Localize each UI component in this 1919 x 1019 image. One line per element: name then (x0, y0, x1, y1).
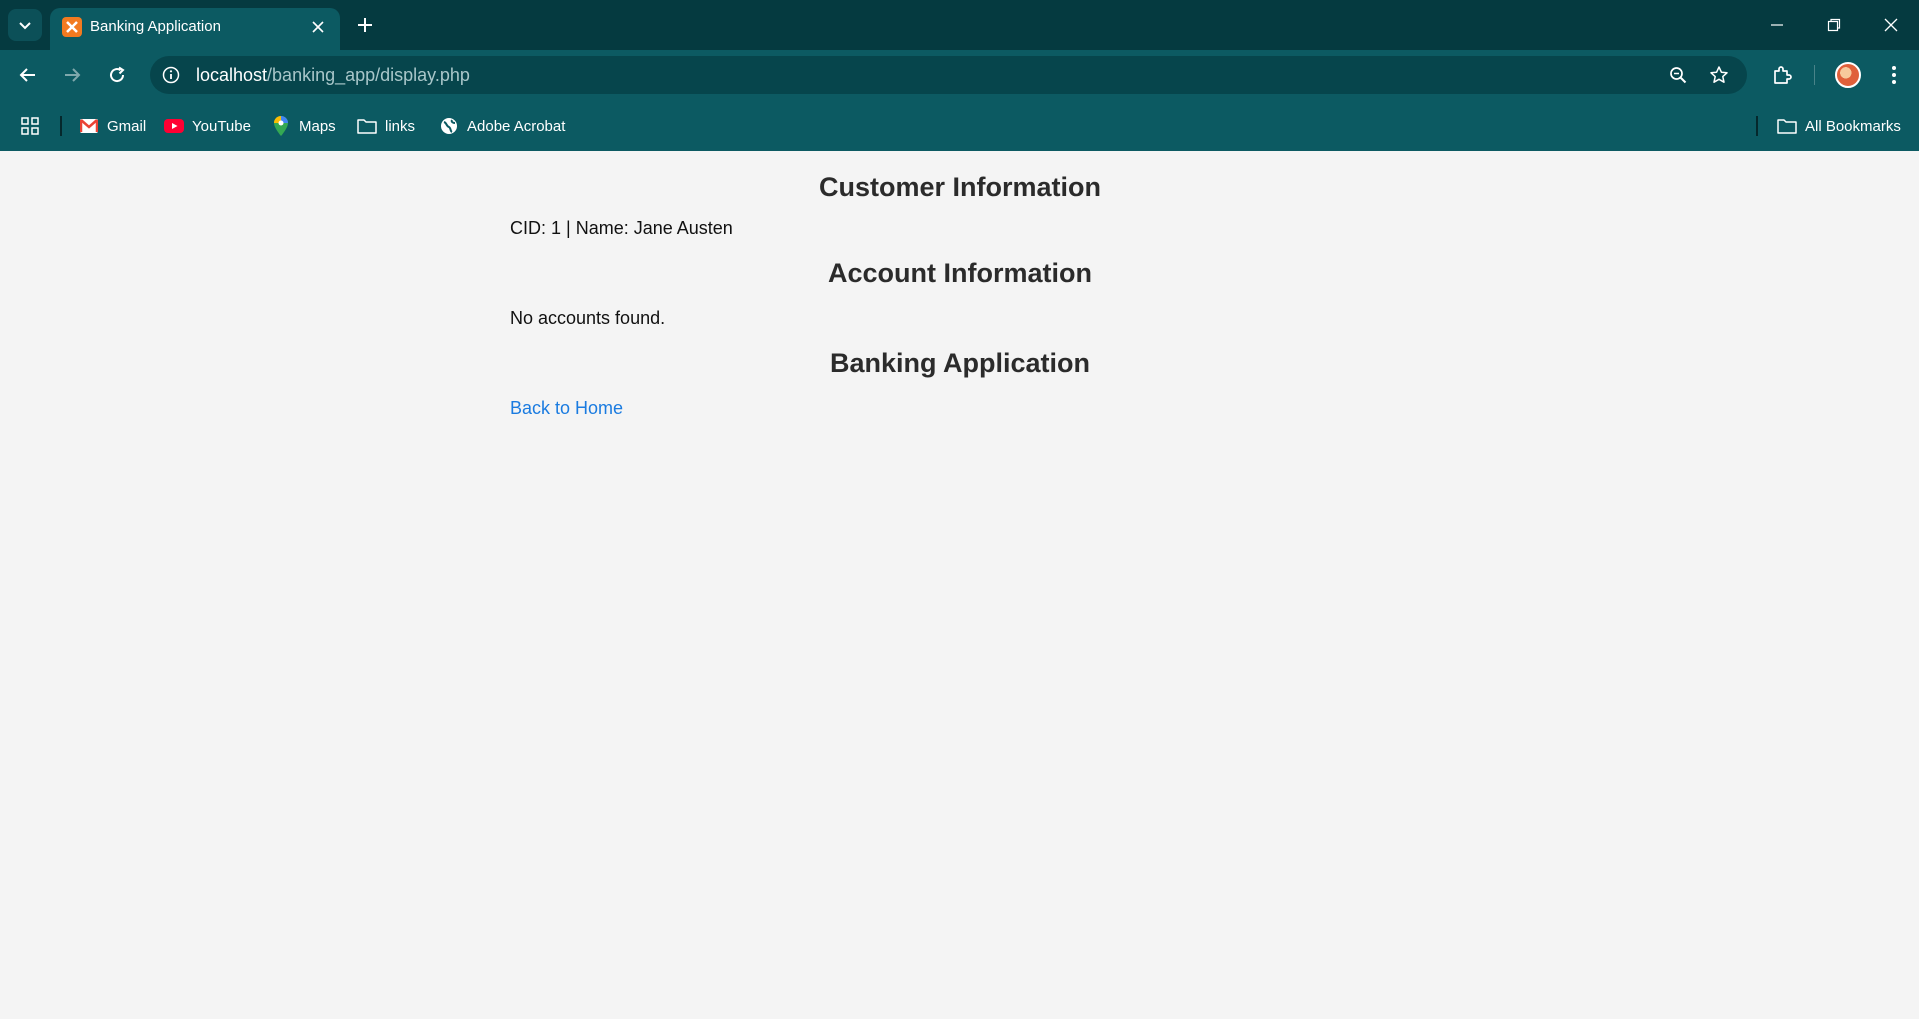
arrow-left-icon (19, 68, 35, 82)
extensions-button[interactable] (1766, 59, 1798, 91)
site-info-icon[interactable] (160, 64, 182, 86)
bookmark-folder-links[interactable]: links (357, 114, 415, 138)
bookmarks-divider (1756, 116, 1758, 136)
window-close-button[interactable] (1876, 10, 1906, 40)
minimize-button[interactable] (1762, 10, 1792, 40)
url-text[interactable]: localhost/banking_app/display.php (196, 65, 470, 85)
tab-title: Banking Application (90, 18, 221, 35)
apps-button[interactable] (20, 114, 48, 138)
tab-close-button[interactable] (308, 17, 328, 37)
forward-button[interactable] (56, 59, 88, 91)
app-heading: Banking Application (829, 348, 1090, 378)
all-bookmarks-label: All Bookmarks (1805, 117, 1901, 135)
content-container: Customer Information CID: 1 | Name: Jane… (510, 151, 1410, 419)
new-tab-button[interactable] (352, 12, 378, 38)
restore-icon (1827, 18, 1841, 32)
bookmarks-bar: Gmail YouTube Maps links Adobe Acrobat A… (0, 100, 1919, 151)
avatar (1835, 62, 1861, 88)
youtube-icon (164, 116, 184, 136)
all-bookmarks-button[interactable]: All Bookmarks (1777, 114, 1901, 138)
browser-title-bar: Banking Application (0, 0, 1919, 50)
bookmark-label: Adobe Acrobat (467, 117, 566, 135)
bookmark-star-icon[interactable] (1708, 64, 1730, 86)
plus-icon (358, 18, 372, 32)
browser-toolbar: localhost/banking_app/display.php (0, 50, 1919, 100)
browser-tab-active[interactable]: Banking Application (50, 8, 340, 50)
bookmark-label: Gmail (107, 117, 147, 135)
folder-icon (357, 116, 377, 136)
bookmark-label: links (385, 117, 416, 135)
bookmark-adobe-acrobat[interactable]: Adobe Acrobat (439, 114, 565, 138)
globe-icon (439, 116, 459, 136)
bookmarks-divider (60, 116, 62, 136)
bookmark-label: YouTube (192, 117, 251, 135)
toolbar-divider (1814, 65, 1815, 85)
bookmark-youtube[interactable]: YouTube (164, 114, 251, 138)
maps-icon (271, 116, 291, 136)
close-icon (312, 21, 324, 33)
profile-button[interactable] (1832, 59, 1864, 91)
back-button[interactable] (12, 59, 44, 91)
restore-button[interactable] (1819, 10, 1849, 40)
account-details: No accounts found. (510, 308, 666, 328)
apps-grid-icon (20, 116, 40, 136)
tab-search-button[interactable] (8, 9, 42, 41)
bookmark-label: Maps (299, 117, 336, 135)
url-host: localhost (196, 65, 268, 85)
folder-icon (1777, 116, 1797, 136)
close-icon (1884, 18, 1898, 32)
page-content: Customer Information CID: 1 | Name: Jane… (0, 151, 1919, 1019)
minimize-icon (1771, 24, 1783, 26)
reload-icon (110, 66, 125, 83)
chevron-down-icon (19, 22, 31, 30)
customer-details: CID: 1 | Name: Jane Austen (510, 218, 733, 238)
bookmark-maps[interactable]: Maps (271, 114, 336, 138)
puzzle-icon (1774, 66, 1792, 84)
more-vert-icon (1892, 66, 1896, 84)
url-path: /banking_app/display.php (267, 65, 470, 85)
bookmark-gmail[interactable]: Gmail (79, 114, 146, 138)
arrow-right-icon (65, 68, 81, 82)
reload-button[interactable] (101, 59, 133, 91)
account-heading: Account Information (828, 258, 1092, 288)
home-link-row: Back to Home (510, 397, 1410, 419)
menu-button[interactable] (1878, 59, 1910, 91)
customer-heading: Customer Information (818, 172, 1101, 202)
back-to-home-link[interactable]: Back to Home (510, 398, 623, 418)
zoom-icon[interactable] (1667, 64, 1689, 86)
address-bar[interactable]: localhost/banking_app/display.php (150, 56, 1747, 94)
xampp-favicon-icon (62, 17, 82, 37)
gmail-icon (79, 116, 99, 136)
